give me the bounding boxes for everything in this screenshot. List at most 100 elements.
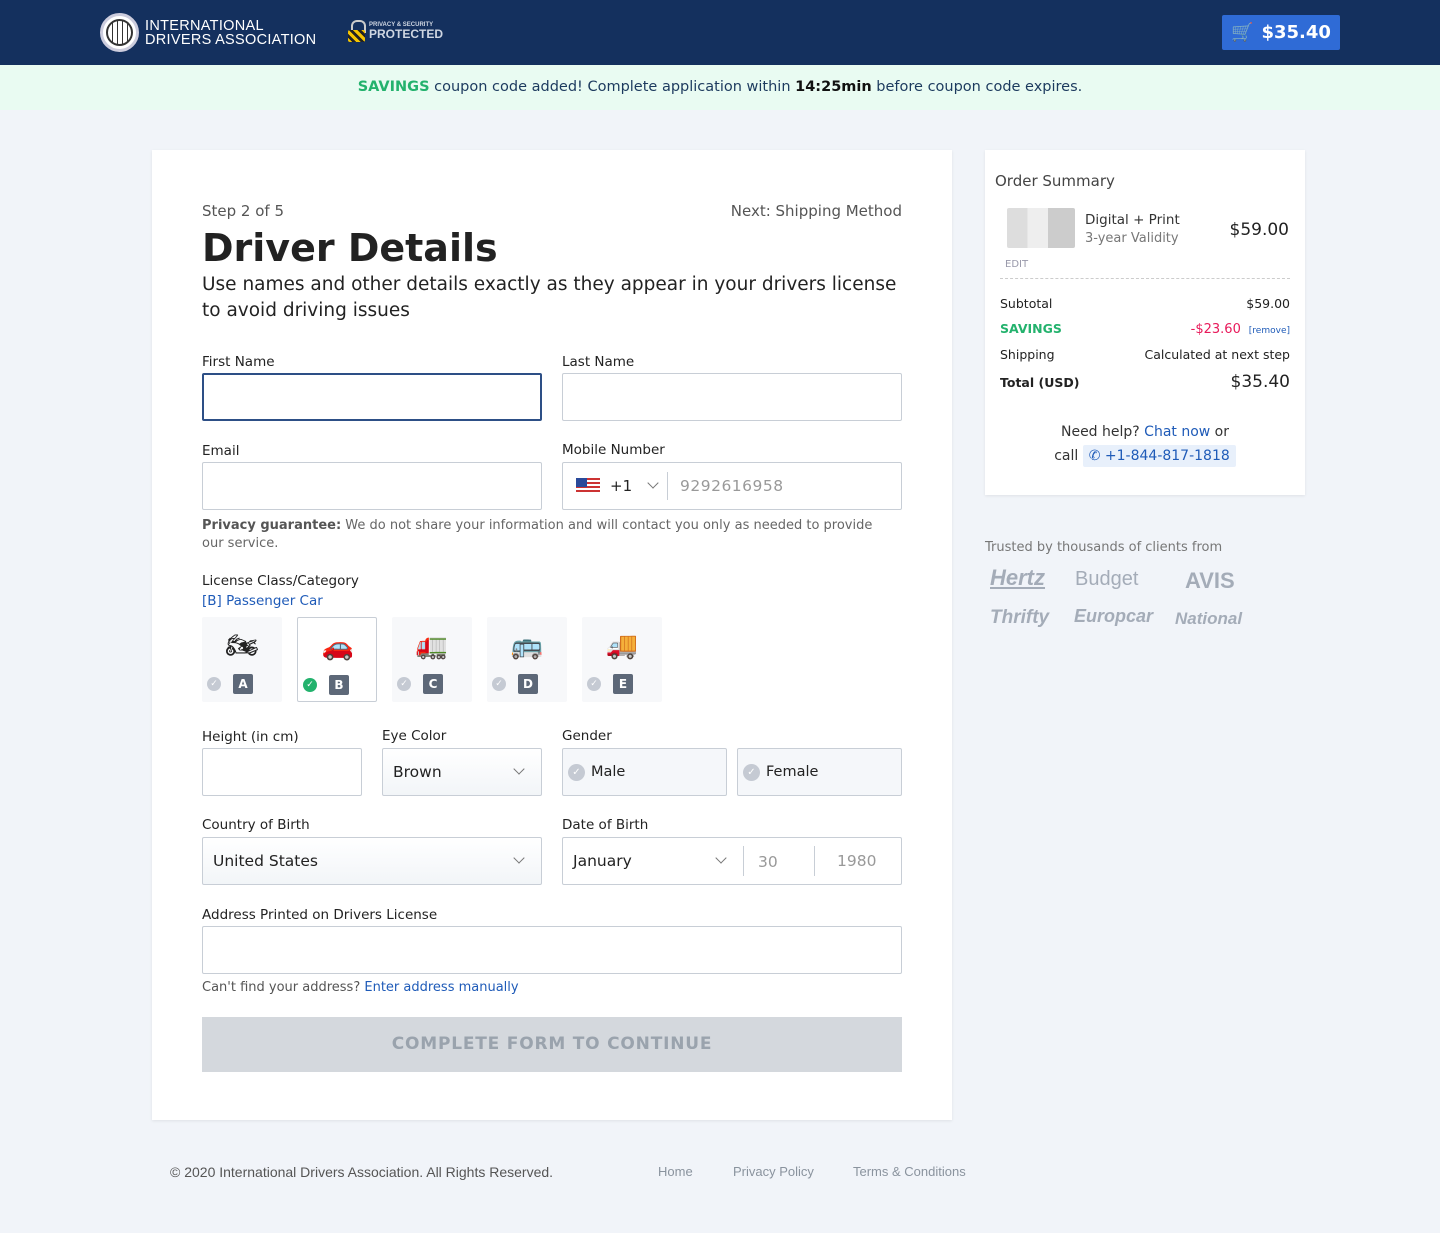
check-icon: ✓	[587, 677, 601, 691]
europcar-logo: Europcar	[1074, 606, 1154, 626]
phone-link[interactable]: ✆ +1-844-817-1818	[1082, 445, 1236, 467]
first-name-label: First Name	[202, 354, 275, 370]
banner-text: coupon code added! Complete application …	[429, 79, 796, 95]
total-value: $35.40	[1230, 372, 1290, 392]
enter-address-manually-link[interactable]: Enter address manually	[364, 980, 518, 995]
remove-coupon-link[interactable]: [remove]	[1249, 326, 1290, 336]
eye-color-select[interactable]: Brown	[382, 748, 542, 796]
hertz-logo: Hertz	[990, 565, 1046, 590]
footer-privacy-link[interactable]: Privacy Policy	[733, 1164, 814, 1179]
address-help-text: Can't find your address?	[202, 980, 365, 995]
us-flag-icon	[576, 478, 600, 494]
height-input[interactable]	[202, 748, 362, 796]
trailer-icon: 🚚	[605, 631, 639, 661]
check-icon: ✓	[492, 677, 506, 691]
help-or: or	[1210, 424, 1230, 440]
continue-button[interactable]: COMPLETE FORM TO CONTINUE	[202, 1017, 902, 1072]
coupon-code: SAVINGS	[357, 79, 430, 95]
padlock-icon	[348, 20, 366, 42]
last-name-input[interactable]	[562, 373, 902, 421]
chevron-down-icon	[715, 852, 727, 864]
mobile-input[interactable]: +1 9292616958	[562, 462, 902, 510]
total-row: Total (USD) $35.40	[1000, 372, 1290, 392]
ida-logo[interactable]: INTERNATIONAL DRIVERS ASSOCIATION	[100, 13, 316, 52]
license-letter: E	[613, 674, 633, 694]
phone-number: +1-844-817-1818	[1104, 448, 1230, 464]
driver-details-form: Step 2 of 5 Next: Shipping Method Driver…	[152, 150, 952, 1120]
subtotal-label: Subtotal	[1000, 296, 1053, 311]
intro-text: Use names and other details exactly as t…	[202, 274, 897, 321]
license-letter: C	[423, 674, 443, 694]
cart-total: $35.40	[1261, 22, 1331, 43]
car-icon: 🚗	[321, 632, 355, 662]
footer-home-link[interactable]: Home	[658, 1164, 693, 1179]
license-class-d[interactable]: 🚌 ✓ D	[487, 617, 567, 702]
license-class-e[interactable]: 🚚 ✓ E	[582, 617, 662, 702]
check-icon: ✓	[743, 764, 760, 781]
coupon-banner: SAVINGS coupon code added! Complete appl…	[0, 65, 1440, 110]
globe-seal-icon	[100, 13, 139, 52]
logo-line1: INTERNATIONAL	[145, 17, 264, 34]
next-step: Next: Shipping Method	[730, 202, 902, 220]
banner-text-end: before coupon code expires.	[871, 79, 1083, 95]
country-select[interactable]: United States	[202, 837, 542, 885]
savings-value: -$23.60	[1190, 322, 1241, 337]
help-text: Need help?	[1060, 424, 1145, 440]
subtotal-row: Subtotal $59.00	[1000, 296, 1290, 311]
edit-link[interactable]: EDIT	[1005, 259, 1028, 270]
chevron-down-icon	[647, 477, 659, 489]
gender-female[interactable]: ✓ Female	[737, 748, 902, 796]
chevron-down-icon	[513, 763, 525, 775]
dob-day-input[interactable]: 30	[758, 853, 778, 871]
mobile-label: Mobile Number	[562, 442, 665, 458]
chat-now-link[interactable]: Chat now	[1144, 424, 1210, 440]
license-letter: D	[518, 674, 538, 694]
cart-icon: 🛒	[1231, 22, 1254, 43]
dob-month-select[interactable]: January	[563, 838, 743, 884]
eye-color-label: Eye Color	[382, 728, 447, 744]
license-letter: A	[233, 674, 253, 694]
total-label: Total (USD)	[1000, 375, 1080, 390]
security-line2: PROTECTED	[369, 27, 444, 41]
dob-year-input[interactable]: 1980	[837, 852, 876, 870]
check-icon: ✓	[207, 677, 221, 691]
cart-button[interactable]: 🛒 $35.40	[1222, 15, 1340, 50]
call-line: call ✆ +1-844-817-1818	[985, 445, 1305, 467]
license-label: License Class/Category	[202, 573, 359, 589]
shipping-value: Calculated at next step	[1144, 347, 1290, 362]
logo-line2: DRIVERS ASSOCIATION	[145, 31, 317, 48]
height-label: Height (in cm)	[202, 729, 299, 745]
security-badge: PRIVACY & SECURITY PROTECTED	[348, 20, 443, 42]
address-help: Can't find your address? Enter address m…	[202, 980, 519, 995]
product-image	[1007, 208, 1075, 248]
copyright: © 2020 International Drivers Association…	[170, 1164, 554, 1180]
address-input[interactable]	[202, 926, 902, 974]
gender-label: Gender	[562, 728, 612, 744]
country-code[interactable]: +1	[610, 477, 632, 495]
eye-color-value: Brown	[393, 763, 442, 781]
subtotal-value: $59.00	[1246, 296, 1290, 311]
dob-label: Date of Birth	[562, 817, 649, 833]
help-line: Need help? Chat now or	[985, 424, 1305, 440]
email-input[interactable]	[202, 462, 542, 510]
call-text: call	[1054, 448, 1083, 464]
first-name-input[interactable]	[202, 373, 542, 421]
national-logo: National	[1175, 609, 1243, 628]
country-label: Country of Birth	[202, 817, 310, 833]
check-icon: ✓	[397, 677, 411, 691]
dob-field: January 30 1980	[562, 837, 902, 885]
footer-terms-link[interactable]: Terms & Conditions	[853, 1164, 966, 1179]
product-validity: 3-year Validity	[1085, 231, 1179, 246]
license-class-b[interactable]: 🚗 ✓ B	[297, 617, 377, 702]
trusted-text: Trusted by thousands of clients from	[985, 540, 1223, 555]
truck-icon: 🚛	[415, 631, 449, 661]
license-selected: [B] Passenger Car	[202, 593, 323, 609]
thrifty-logo: Thrifty	[990, 607, 1050, 628]
license-letter: B	[329, 675, 349, 695]
motorcycle-icon: 🏍	[225, 631, 259, 661]
privacy-bold: Privacy guarantee:	[202, 518, 342, 533]
license-class-c[interactable]: 🚛 ✓ C	[392, 617, 472, 702]
license-class-a[interactable]: 🏍 ✓ A	[202, 617, 282, 702]
gender-male[interactable]: ✓ Male	[562, 748, 727, 796]
savings-label: SAVINGS	[1000, 321, 1062, 336]
